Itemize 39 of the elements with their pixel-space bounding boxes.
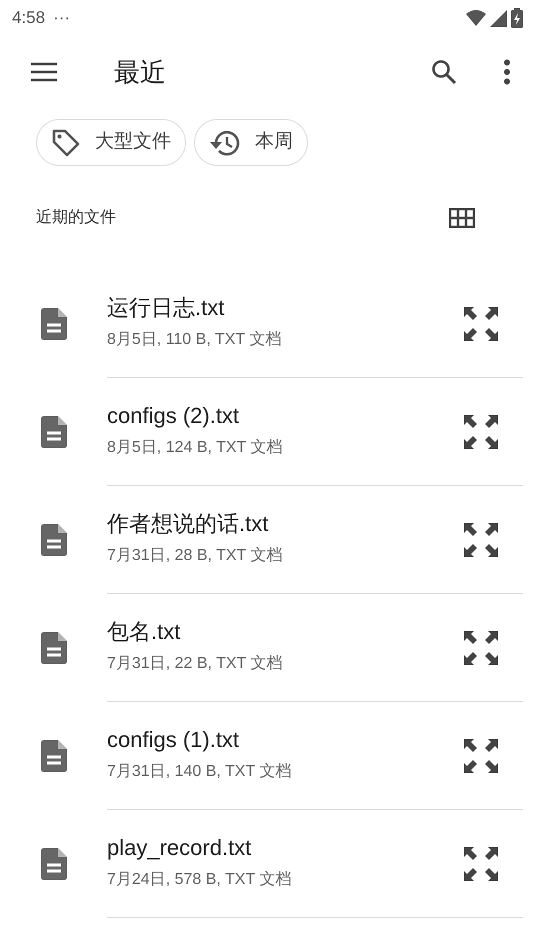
file-details: 7月24日, 578 B, TXT 文档 bbox=[107, 870, 292, 890]
expand-icon bbox=[463, 306, 499, 342]
file-name: 包名.txt bbox=[107, 619, 182, 646]
grid-icon bbox=[449, 208, 475, 228]
signal-icon bbox=[490, 10, 507, 26]
expand-icon bbox=[463, 630, 499, 666]
expand-icon bbox=[463, 522, 499, 558]
file-details: 7月31日, 140 B, TXT 文档 bbox=[107, 762, 292, 782]
menu-icon bbox=[30, 62, 58, 82]
file-name: 作者想说的话.txt bbox=[107, 511, 270, 538]
document-icon bbox=[40, 740, 66, 772]
document-icon bbox=[40, 632, 66, 664]
file-details: 8月5日, 124 B, TXT 文档 bbox=[107, 438, 284, 458]
document-icon bbox=[40, 524, 66, 556]
file-name: configs (1).txt bbox=[107, 727, 240, 754]
file-name: play_record.txt bbox=[107, 835, 252, 862]
file-name: 运行日志.txt bbox=[107, 295, 226, 322]
file-details: 7月31日, 22 B, TXT 文档 bbox=[107, 654, 284, 674]
filter-chip[interactable]: 大型文件 bbox=[36, 119, 186, 166]
file-name: configs (2).txt bbox=[107, 403, 240, 430]
document-icon bbox=[40, 416, 66, 448]
file-details: 7月31日, 28 B, TXT 文档 bbox=[107, 546, 284, 566]
search-icon bbox=[431, 59, 457, 85]
more-options-icon bbox=[503, 59, 511, 85]
wifi-icon bbox=[466, 10, 486, 26]
filter-chip[interactable]: 本周 bbox=[194, 119, 308, 166]
document-icon bbox=[40, 848, 66, 880]
tag-icon bbox=[51, 128, 81, 158]
file-details: 8月5日, 110 B, TXT 文档 bbox=[107, 330, 282, 350]
expand-icon bbox=[463, 738, 499, 774]
page-title: 最近 bbox=[114, 56, 166, 88]
status-time: 4:58 bbox=[12, 7, 46, 30]
notification-indicator: ··· bbox=[53, 7, 70, 30]
expand-icon bbox=[463, 846, 499, 882]
battery-icon bbox=[511, 8, 523, 28]
document-icon bbox=[40, 308, 66, 340]
section-title: 近期的文件 bbox=[36, 208, 116, 228]
history-icon bbox=[209, 128, 241, 156]
expand-icon bbox=[463, 414, 499, 450]
